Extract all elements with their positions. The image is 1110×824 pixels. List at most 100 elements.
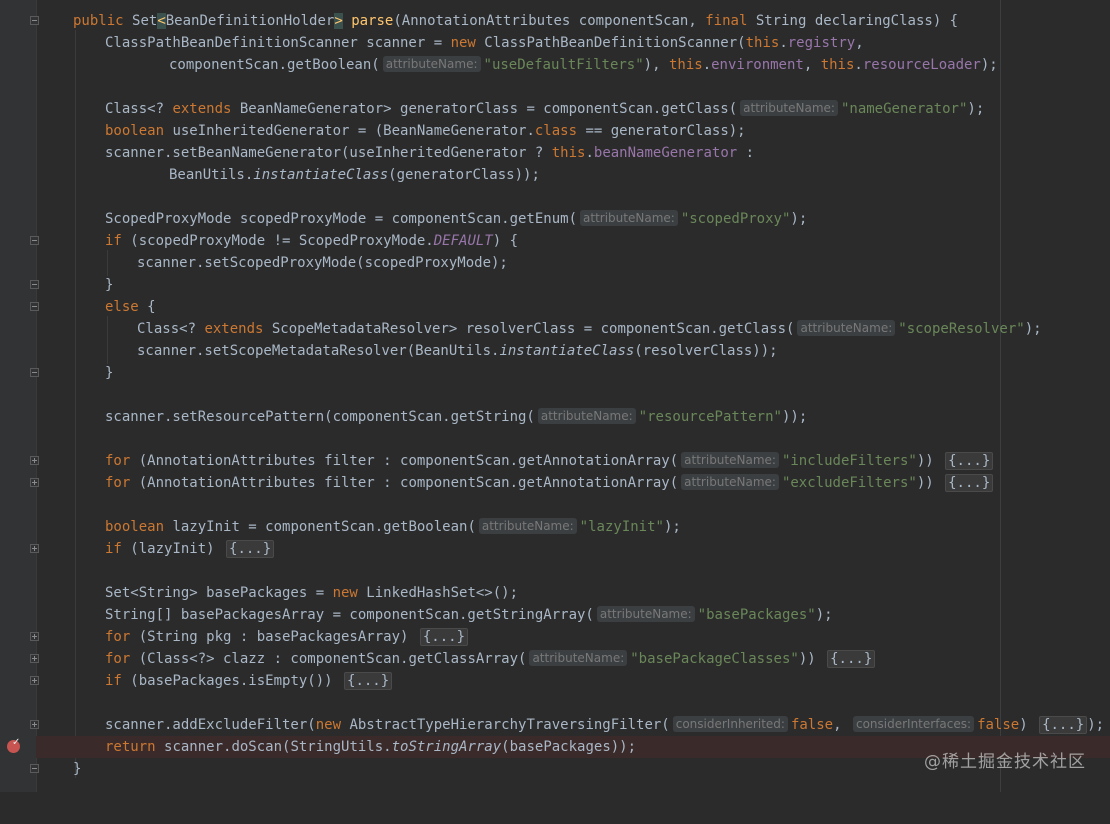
folded-code-block[interactable]: {...} [827,650,876,668]
folded-code-block[interactable]: {...} [945,452,994,470]
code-text: } [105,365,114,381]
code-text: (lazyInit) [130,541,224,557]
code-text: (basePackages)); [501,739,637,755]
code-text: } [105,277,114,293]
keyword: boolean [105,123,173,139]
fold-marker-icon[interactable] [30,302,39,311]
fold-marker-icon[interactable] [30,280,39,289]
code-text: ScopeMetadataResolver> resolverClass = c… [271,321,795,337]
fold-marker-icon[interactable] [30,478,39,487]
code-text: )); [781,409,808,425]
keyword: for [105,629,139,645]
keyword: false [790,717,834,733]
keyword: this [668,57,703,73]
folded-code-block[interactable]: {...} [1039,716,1088,734]
code-line: scanner.setScopedProxyMode(scopedProxyMo… [42,252,1110,274]
code-text: (String pkg : basePackagesArray) [138,629,417,645]
folded-code-block[interactable]: {...} [419,628,469,646]
code-text: lazyInit = componentScan.getBoolean( [172,519,476,535]
code-text: (AnnotationAttributes filter : component… [138,475,679,491]
code-text: , [833,717,850,733]
code-line: boolean useInheritedGenerator = (BeanNam… [42,120,1110,142]
code-text: (AnnotationAttributes filter : component… [138,453,679,469]
keyword: if [105,233,131,249]
code-text: : [737,145,755,161]
keyword: for [105,651,139,667]
code-text: ), [643,57,669,73]
string-literal: "excludeFilters" [781,475,917,491]
code-line: ClassPathBeanDefinitionScanner scanner =… [42,32,1110,54]
breakpoint-check-icon[interactable] [7,737,20,753]
fold-marker-icon[interactable] [30,236,39,245]
code-line: } [42,274,1110,296]
code-text: ); [1024,321,1042,337]
fold-marker-icon[interactable] [30,456,39,465]
code-text: ); [980,57,998,73]
code-line: scanner.addExcludeFilter(new AbstractTyp… [42,714,1110,736]
keyword: if [105,541,131,557]
fold-marker-icon[interactable] [30,676,39,685]
bracket-highlight: < [157,13,166,29]
folded-code-block[interactable]: {...} [344,672,393,690]
code-text: scanner.setScopedProxyMode(scopedProxyMo… [137,255,508,271]
keyword: return [105,739,165,755]
code-line: for (Class<?> clazz : componentScan.getC… [42,648,1110,670]
code-text: == generatorClass); [585,123,746,139]
code-text: )) [916,453,943,469]
keyword: false [977,717,1020,733]
code-text: scanner.doScan(StringUtils. [164,739,392,755]
fold-marker-icon[interactable] [30,16,39,25]
code-text: componentScan.getBoolean( [169,57,380,73]
bracket-highlight: > [334,13,343,29]
code-text: . [702,57,712,73]
code-text: Set [132,13,158,29]
keyword: for [105,453,139,469]
code-line: if (scopedProxyMode != ScopedProxyMode.D… [42,230,1110,252]
fold-marker-icon[interactable] [30,544,39,553]
parameter-hint: attributeName: [478,518,577,534]
code-text: (scopedProxyMode != ScopedProxyMode. [130,233,434,249]
code-text: ); [815,607,833,623]
keyword: this [745,35,780,51]
code-text: BeanUtils. [169,167,254,183]
keyword: new [332,585,367,601]
folded-code-block[interactable]: {...} [945,474,994,492]
code-line: for (String pkg : basePackagesArray) {..… [42,626,1110,648]
code-line: Set<String> basePackages = new LinkedHas… [42,582,1110,604]
code-text: } [73,761,82,777]
code-line: public Set<BeanDefinitionHolder> parse(A… [42,10,1110,32]
code-text: (AnnotationAttributes componentScan, [393,13,706,29]
code-line: for (AnnotationAttributes filter : compo… [42,450,1110,472]
code-text: { [147,299,156,315]
string-literal: "scopeResolver" [898,321,1025,337]
code-line: componentScan.getBoolean(attributeName: "… [42,54,1110,76]
code-line: scanner.setBeanNameGenerator(useInherite… [42,142,1110,164]
parameter-hint: attributeName: [529,650,628,666]
code-text: , [855,35,864,51]
code-text: scanner.setScopeMetadataResolver(BeanUti… [137,343,500,359]
string-literal: "scopedProxy" [680,211,791,227]
keyword: final [705,13,756,29]
fold-marker-icon[interactable] [30,654,39,663]
keyword: if [105,673,131,689]
fold-marker-icon[interactable] [30,720,39,729]
parameter-hint: attributeName: [681,452,779,468]
code-line: scanner.setResourcePattern(componentScan… [42,406,1110,428]
parameter-hint: attributeName: [797,320,896,336]
keyword: extends [172,101,240,117]
editor-gutter [0,0,36,792]
fold-marker-icon[interactable] [30,368,39,377]
code-text: ); [967,101,985,117]
code-text: , [803,57,821,73]
folded-code-block[interactable]: {...} [226,540,275,558]
keyword: extends [204,321,272,337]
code-line: ScopedProxyMode scopedProxyMode = compon… [42,208,1110,230]
parameter-hint: attributeName: [580,210,678,226]
code-text: scanner.addExcludeFilter( [105,717,316,733]
code-line: BeanUtils.instantiateClass(generatorClas… [42,164,1110,186]
keyword: new [315,717,350,733]
fold-marker-icon[interactable] [30,632,39,641]
code-text: scanner.setBeanNameGenerator(useInherite… [105,145,552,161]
string-literal: "nameGenerator" [840,101,968,117]
code-text: ) [1019,717,1037,733]
